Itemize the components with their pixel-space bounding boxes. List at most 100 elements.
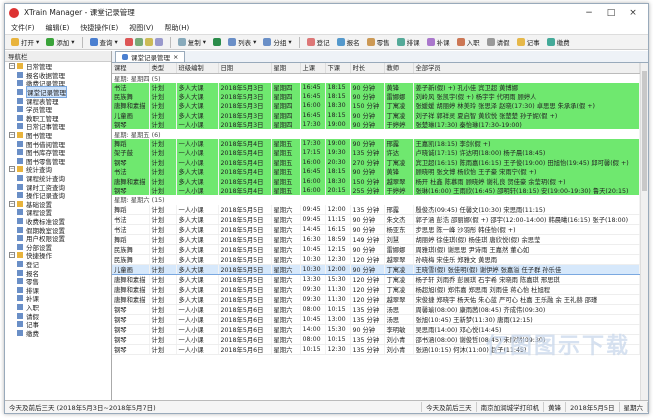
scroll-thumb[interactable] <box>642 71 647 191</box>
table-row[interactable]: 唐舞和素描 计划 多人大课 2018年5月4日 星期五 16:00 18:30 150 分钟越… <box>112 176 640 186</box>
sidebar-item[interactable]: 用户权限设置 <box>5 234 111 243</box>
sidebar-item[interactable]: 课程表管理 <box>5 96 111 106</box>
table-row[interactable]: 书法 计划 多人大课 2018年5月5日 星期六 09:45 11:15 90 分钟 朱文杰 郭子… <box>112 214 640 225</box>
enroll-button[interactable]: 报名 <box>335 37 362 47</box>
open-button[interactable]: 打开 ▾ <box>9 37 41 47</box>
expander-icon[interactable]: − <box>9 200 15 207</box>
table-row[interactable]: 舞蹈 计划 多人大课 2018年5月5日 星期六 16:30 18:59 149 分钟 刘慧 胡丽… <box>112 234 640 245</box>
column-header[interactable]: 星期 <box>271 63 301 74</box>
group-row[interactable]: 星期: 星期五 (6) <box>112 129 640 139</box>
table-row[interactable]: 钢琴 计划 一人小课 2018年5月4日 星期五 16:00 20:30 270 分钟 丁寓凌宾… <box>112 157 640 168</box>
leave-button[interactable]: 请假 <box>485 37 512 47</box>
tab-close-icon[interactable]: × <box>173 53 178 61</box>
column-header[interactable]: 班级编制 <box>176 63 219 74</box>
table-row[interactable]: 唐舞和素描 计划 多人大课 2018年5月5日 星期六 09:30 11:30 120 分钟丁… <box>112 284 640 295</box>
table-row[interactable]: 书法 计划 多人大课 2018年5月3日 星期四 16:45 18:15 90 分钟 黄锋 姜子新… <box>112 82 640 92</box>
expander-icon[interactable]: − <box>9 252 15 259</box>
add-button[interactable]: 添加 ▾ <box>44 37 76 47</box>
table-row[interactable]: 钢琴 计划 一人小课 2018年5月6日 星期六 08:00 10:15 135 分钟 汤思 周馨… <box>112 304 640 315</box>
table-cell: 135 分钟 <box>350 314 385 325</box>
table-cell: 2018年5月3日 <box>218 120 272 130</box>
hire-button[interactable]: 入职 <box>455 37 482 47</box>
table-cell: 越翠翠 <box>384 176 414 186</box>
payment-button[interactable]: 缴费 <box>545 37 572 47</box>
table-cell: 舞蹈 <box>112 234 150 245</box>
sidebar-item[interactable]: 记事 <box>5 320 111 329</box>
table-cell: 一人小课 <box>176 157 219 168</box>
table-row[interactable]: 架子鼓 计划 一人小课 2018年5月4日 星期五 17:15 19:30 135 分钟 许达卢… <box>112 148 640 158</box>
status-range[interactable]: 今天及前后三天 <box>422 402 477 412</box>
table-cell: 18:30 <box>325 101 351 111</box>
sidebar-item[interactable]: − 快捷操作 <box>5 251 111 260</box>
table-row[interactable]: 钢琴 计划 一人小课 2018年5月4日 星期五 16:00 20:15 255 分钟 于婷婷张… <box>112 185 640 196</box>
table-row[interactable]: 唐舞和素描 计划 多人大课 2018年5月3日 星期四 16:00 18:30 150 分钟丁… <box>112 101 640 111</box>
group-row[interactable]: 星期: 星期六 (15) <box>112 195 640 205</box>
table-row[interactable]: 舞蹈 计划 一人小课 2018年5月4日 星期五 17:30 19:00 90 分钟 邢露 王嘉凯… <box>112 138 640 149</box>
sidebar-item[interactable]: 缴费 <box>5 328 111 338</box>
page-icon <box>17 303 23 310</box>
table-row[interactable]: 舞蹈 计划 一人小课 2018年5月5日 星期六 09:45 12:00 135 分钟 邢露 殷俊… <box>112 204 640 215</box>
table-row[interactable]: 书法 计划 多人大课 2018年5月5日 星期六 14:45 16:15 90 分钟 杨亚东 步思… <box>112 224 640 235</box>
sidebar-item[interactable]: 登记 <box>5 260 111 269</box>
export-button[interactable] <box>211 38 223 46</box>
column-header[interactable]: 上课 <box>300 63 326 74</box>
copy-button[interactable]: 复制 ▾ <box>176 37 208 47</box>
tab-class-records[interactable]: 课堂记录管理 × <box>115 51 186 62</box>
column-header[interactable]: 教师 <box>384 63 414 74</box>
list-button[interactable]: 列表 ▾ <box>226 37 258 47</box>
sidebar-item[interactable]: 日常记事管理 <box>5 122 111 131</box>
table-row[interactable]: 唐舞和素描 计划 多人大课 2018年5月5日 星期六 13:30 15:30 120 分钟丁… <box>112 274 640 285</box>
sidebar-item[interactable]: − 基础设置 <box>5 200 111 209</box>
close-button[interactable]: × <box>622 8 644 18</box>
table-row[interactable]: 唐舞和素描 计划 多人大课 2018年5月5日 星期六 09:30 11:30 120 分钟越… <box>112 294 640 305</box>
table-row[interactable]: 儿童画 计划 多人大课 2018年5月5日 星期六 10:30 12:00 90 分钟 丁寓凌王… <box>112 263 640 275</box>
table-row[interactable]: 民族舞 计划 多人大课 2018年5月3日 星期四 16:45 18:15 90 分钟 雷娜娜刘… <box>112 91 640 102</box>
group-row[interactable]: 星期: 星期四 (5) <box>112 73 640 83</box>
table-cell: 12:00 <box>325 263 351 275</box>
sidebar-item[interactable]: 零售 <box>5 277 111 286</box>
schedule-button[interactable]: 排课 <box>395 37 422 47</box>
makeup-button[interactable]: 补课 <box>425 37 452 47</box>
table-cell: 12:30 <box>325 254 351 265</box>
menu-help[interactable]: 帮助(H) <box>165 23 190 33</box>
sidebar-item[interactable]: 补课 <box>5 294 111 303</box>
table-cell: 10:15 <box>300 344 326 355</box>
retail-button[interactable]: 零售 <box>365 37 392 47</box>
group-button[interactable]: 分组 ▾ <box>261 37 293 47</box>
column-header[interactable]: 时长 <box>350 63 385 74</box>
expander-icon[interactable]: − <box>9 132 15 139</box>
table-row[interactable]: 钢琴 计划 一人小课 2018年5月6日 星期六 10:45 13:00 135 分钟 汤思 张旭… <box>112 314 640 325</box>
menu-file[interactable]: 文件(F) <box>11 23 35 33</box>
sidebar-item[interactable]: 请假 <box>5 311 111 321</box>
column-header[interactable]: 下课 <box>325 63 351 74</box>
expander-icon[interactable]: − <box>9 166 15 173</box>
sidebar-item[interactable]: 排课 <box>5 285 111 295</box>
column-header[interactable]: 日期 <box>218 63 272 74</box>
table-row[interactable]: 民族舞 计划 多人大课 2018年5月5日 星期六 10:45 12:15 90 分钟 雷娜娜周… <box>112 244 640 255</box>
table-row[interactable]: 民族舞 计划 多人大课 2018年5月5日 星期六 10:30 12:30 120 分钟 越翠翠… <box>112 254 640 265</box>
menu-edit[interactable]: 编辑(E) <box>46 23 70 33</box>
note-button[interactable]: 记事 <box>515 37 542 47</box>
expander-icon[interactable]: − <box>9 63 15 70</box>
menu-quick[interactable]: 快捷操作(E) <box>80 23 118 33</box>
tab-strip: 课堂记录管理 × <box>112 51 648 63</box>
menu-view[interactable]: 视图(V) <box>129 23 153 33</box>
sidebar-item[interactable]: 报名 <box>5 268 111 278</box>
edit-tools[interactable] <box>123 38 165 46</box>
register-button[interactable]: 登记 <box>305 37 332 47</box>
table-row[interactable]: 书法 计划 多人大课 2018年5月4日 星期五 16:45 18:15 90 分钟 黄锋 顾晓明… <box>112 167 640 177</box>
column-header[interactable]: 全部学员 <box>413 63 640 74</box>
table-row[interactable]: 儿童画 计划 多人大课 2018年5月3日 星期四 16:45 18:15 90 分钟 丁寓凌刘… <box>112 110 640 121</box>
table-row[interactable]: 钢琴 计划 一人小课 2018年5月3日 星期四 17:30 19:00 90 分钟 于婷婷 张楚… <box>112 120 640 130</box>
query-button[interactable]: 查询 ▾ <box>88 37 120 47</box>
sidebar-item[interactable]: 分部设置 <box>5 242 111 252</box>
sidebar-item[interactable]: 图书零售管理 <box>5 157 111 166</box>
vertical-scrollbar[interactable] <box>640 63 648 400</box>
column-header[interactable]: 课程 <box>112 63 150 74</box>
sidebar-item[interactable]: 入职 <box>5 303 111 312</box>
minimize-button[interactable]: − <box>578 8 600 18</box>
sidebar-item[interactable]: 操作记录查询 <box>5 191 111 200</box>
page-icon <box>17 286 23 293</box>
column-header[interactable]: 类型 <box>149 63 177 74</box>
maximize-button[interactable]: □ <box>600 8 622 18</box>
